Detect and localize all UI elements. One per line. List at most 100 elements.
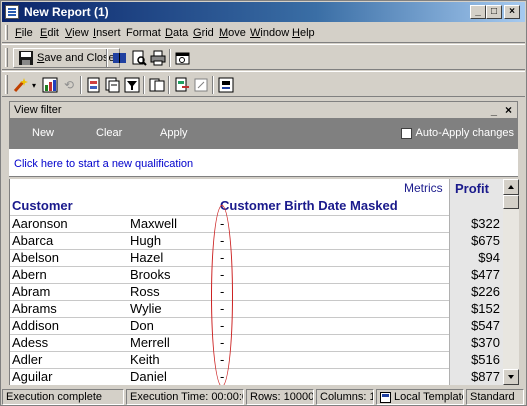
auto-apply-toggle[interactable]: Auto-Apply changes xyxy=(400,127,514,139)
table-row[interactable]: Addison Don - $547 xyxy=(10,317,503,334)
customer-last-name: Aaronson xyxy=(12,216,68,231)
page-by-button[interactable] xyxy=(105,75,121,95)
scroll-up-arrow-icon[interactable] xyxy=(503,179,519,195)
print-preview-button[interactable] xyxy=(131,48,147,68)
properties-button[interactable] xyxy=(175,48,191,68)
menu-format[interactable]: Format xyxy=(126,27,161,39)
table-row[interactable]: Abram Ross - $226 xyxy=(10,283,503,300)
profit-header-label: Profit xyxy=(455,181,489,196)
status-template-label: Local Template xyxy=(394,391,464,403)
refresh-button[interactable]: ⟲ xyxy=(61,75,77,95)
export-button[interactable] xyxy=(174,75,190,95)
highlight-annotation-oval xyxy=(211,205,233,385)
grid-edit-button[interactable] xyxy=(193,75,209,95)
toolbar-separator xyxy=(169,49,171,67)
menu-grid[interactable]: Grid xyxy=(193,27,214,39)
customer-last-name: Aguilar xyxy=(12,369,53,384)
auto-apply-checkbox[interactable] xyxy=(400,127,412,139)
birth-date-column-header[interactable]: Customer Birth Date Masked xyxy=(220,198,398,213)
grid-vertical-scrollbar[interactable] xyxy=(503,179,519,385)
customer-column-header[interactable]: Customer xyxy=(12,198,73,213)
view-filter-action-bar: New Clear Apply Auto-Apply changes xyxy=(9,119,518,149)
customer-first-name: Hazel xyxy=(130,250,164,265)
report-options-icon xyxy=(218,77,234,93)
report-window: New Report (1) _ □ × File Edit View Inse… xyxy=(0,0,527,406)
customer-last-name: Adler xyxy=(12,352,43,367)
profit-cell: $94 xyxy=(449,249,503,266)
table-row[interactable]: Adler Keith - $516 xyxy=(10,351,503,368)
sort-icon xyxy=(149,77,165,93)
filter-new-button[interactable]: New xyxy=(32,127,54,139)
scroll-down-arrow-icon[interactable] xyxy=(503,369,519,385)
customer-first-name: Daniel xyxy=(130,369,167,384)
properties-icon xyxy=(175,50,191,66)
status-rows: Rows: 10000 xyxy=(246,389,314,405)
menu-edit[interactable]: Edit xyxy=(40,27,59,39)
menu-move[interactable]: Move xyxy=(219,27,246,39)
menu-insert[interactable]: Insert xyxy=(93,27,121,39)
customer-first-name: Ross xyxy=(130,284,160,299)
table-row[interactable]: Aaronson Maxwell - $322 xyxy=(10,215,503,232)
standard-toolbar: Save and Close xyxy=(2,44,525,70)
sort-button[interactable] xyxy=(149,75,165,95)
menu-file[interactable]: File xyxy=(15,27,33,39)
print-button[interactable] xyxy=(150,48,166,68)
customer-first-name: Merrell xyxy=(130,335,170,350)
menu-help[interactable]: Help xyxy=(292,27,315,39)
profit-column-header[interactable]: Profit xyxy=(449,179,503,215)
minimize-button[interactable]: _ xyxy=(470,5,486,19)
status-template: Local Template xyxy=(376,389,464,405)
filter-apply-button[interactable]: Apply xyxy=(160,127,188,139)
table-row[interactable]: Aguilar Daniel - $877 xyxy=(10,368,503,385)
profit-cell: $322 xyxy=(449,215,503,232)
view-filter-close-button[interactable]: × xyxy=(505,103,512,117)
scroll-thumb[interactable] xyxy=(503,195,519,209)
toolbar-separator xyxy=(168,76,170,94)
save-and-close-button[interactable]: Save and Close xyxy=(13,48,120,68)
report-options-button[interactable] xyxy=(218,75,234,95)
customer-first-name: Wylie xyxy=(130,301,162,316)
profit-cell: $226 xyxy=(449,283,503,300)
toolbar-grip[interactable] xyxy=(5,48,8,67)
toolbar-grip[interactable] xyxy=(5,75,8,94)
print-preview-icon xyxy=(131,50,147,66)
new-qualification-link[interactable]: Click here to start a new qualification xyxy=(14,158,193,170)
report-objects-button[interactable] xyxy=(86,75,102,95)
menu-data[interactable]: Data xyxy=(165,27,188,39)
status-columns: Columns: 1 xyxy=(316,389,374,405)
wizard-button[interactable]: ▾ xyxy=(13,75,36,95)
chart-icon xyxy=(42,77,58,93)
customer-first-name: Don xyxy=(130,318,154,333)
customer-first-name: Hugh xyxy=(130,233,162,248)
printer-icon xyxy=(150,50,166,66)
toolbar-separator xyxy=(143,76,145,94)
report-grid: Profit Metrics Customer Customer Birth D… xyxy=(9,179,503,385)
table-row[interactable]: Abelson Hazel - $94 xyxy=(10,249,503,266)
table-row[interactable]: Adess Merrell - $370 xyxy=(10,334,503,351)
profit-cell: $370 xyxy=(449,334,503,351)
menu-bar: File Edit View Insert Format Data Grid M… xyxy=(2,23,525,43)
report-document-icon[interactable] xyxy=(5,5,19,19)
table-row[interactable]: Abrams Wylie - $152 xyxy=(10,300,503,317)
view-filter-minimize-button[interactable]: _ xyxy=(491,105,497,117)
refresh-icon: ⟲ xyxy=(63,78,75,92)
metrics-header[interactable]: Metrics xyxy=(404,181,443,195)
profit-cell: $152 xyxy=(449,300,503,317)
customer-last-name: Adess xyxy=(12,335,49,350)
title-bar[interactable]: New Report (1) _ □ × xyxy=(2,2,525,22)
filter-button[interactable] xyxy=(124,75,140,95)
table-row[interactable]: Abern Brooks - $477 xyxy=(10,266,503,283)
menu-view[interactable]: View xyxy=(65,27,89,39)
customer-last-name: Addison xyxy=(12,318,59,333)
menu-window[interactable]: Window xyxy=(250,27,289,39)
filter-clear-button[interactable]: Clear xyxy=(96,127,122,139)
restore-button[interactable]: □ xyxy=(486,5,502,19)
close-button[interactable]: × xyxy=(504,5,520,19)
book-button[interactable] xyxy=(112,48,128,68)
customer-last-name: Abern xyxy=(12,267,47,282)
customer-first-name: Maxwell xyxy=(130,216,177,231)
dropdown-arrow-icon[interactable]: ▾ xyxy=(32,81,36,90)
table-row[interactable]: Abarca Hugh - $675 xyxy=(10,232,503,249)
menu-grip[interactable] xyxy=(5,25,8,40)
chart-button[interactable] xyxy=(42,75,58,95)
